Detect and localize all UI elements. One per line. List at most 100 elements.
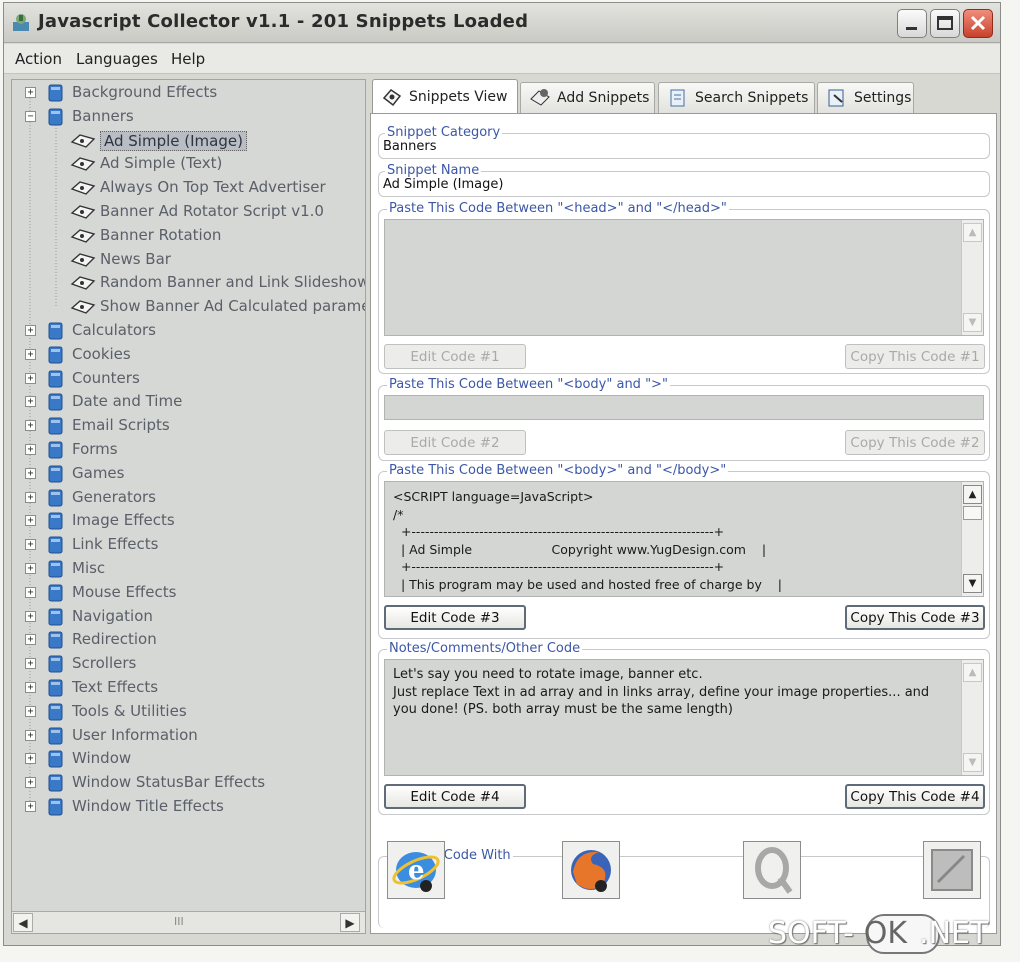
edit-code-4-button[interactable]: Edit Code #4 <box>384 784 526 809</box>
maximize-button[interactable] <box>930 9 960 38</box>
snippet-item[interactable]: Show Banner Ad Calculated paramete <box>12 296 365 318</box>
snippet-item[interactable]: News Bar <box>12 249 365 271</box>
expand-icon[interactable]: + <box>25 539 36 551</box>
snippet-item[interactable]: Always On Top Text Advertiser <box>12 177 365 199</box>
category-item[interactable]: + Calculators <box>12 320 365 342</box>
code3-scrollbar[interactable]: ▲ ▼ <box>961 482 983 596</box>
category-item[interactable]: + Generators <box>12 487 365 509</box>
copy-code-1-button[interactable]: Copy This Code #1 <box>845 344 985 369</box>
category-item[interactable]: + Misc <box>12 558 365 580</box>
expand-icon[interactable]: + <box>25 348 36 360</box>
category-item[interactable]: − Banners <box>12 106 365 128</box>
scroll-down-button[interactable]: ▼ <box>963 313 982 332</box>
category-item[interactable]: + Background Effects <box>12 82 365 104</box>
expand-icon[interactable]: + <box>25 444 36 455</box>
preview-firefox-button[interactable] <box>562 841 620 899</box>
expand-icon[interactable]: + <box>25 658 36 670</box>
expand-icon[interactable]: + <box>25 325 36 336</box>
expand-icon[interactable]: + <box>25 515 36 527</box>
copy-code-2-button[interactable]: Copy This Code #2 <box>845 430 985 455</box>
category-item[interactable]: + Window StatusBar Effects <box>12 772 365 794</box>
copy-code-3-button[interactable]: Copy This Code #3 <box>845 605 985 630</box>
scroll-thumb[interactable]: III <box>174 915 184 928</box>
close-button[interactable] <box>963 9 993 38</box>
expand-icon[interactable]: + <box>25 563 36 574</box>
expand-icon[interactable]: + <box>25 396 36 408</box>
category-item[interactable]: + Cookies <box>12 344 365 366</box>
tree-horizontal-scrollbar[interactable]: ◀ III ▶ <box>12 911 365 933</box>
tab-add-snippets[interactable]: Add Snippets <box>520 82 655 113</box>
category-item[interactable]: + Image Effects <box>12 510 365 532</box>
category-item[interactable]: + Scrollers <box>12 653 365 675</box>
category-item[interactable]: + Window Title Effects <box>12 796 365 818</box>
scroll-left-button[interactable]: ◀ <box>13 913 33 932</box>
category-item[interactable]: + Forms <box>12 439 365 461</box>
tab-snippets-view[interactable]: Snippets View <box>372 79 518 114</box>
tab-search-snippets[interactable]: Search Snippets <box>658 82 815 113</box>
preview-other-browser-button[interactable] <box>923 841 981 899</box>
snippet-category-value[interactable]: Banners <box>383 139 436 154</box>
code3-textarea[interactable]: <SCRIPT language=JavaScript> /* +--------… <box>384 481 984 597</box>
menu-help[interactable]: Help <box>171 50 205 68</box>
code4-textarea[interactable]: Let's say you need to rotate image, bann… <box>384 659 984 776</box>
code1-textarea[interactable]: ▲ ▼ <box>384 219 984 336</box>
book-icon <box>48 774 63 792</box>
scroll-thumb[interactable] <box>963 506 982 520</box>
collapse-icon[interactable]: − <box>25 110 36 122</box>
copy-code-4-button[interactable]: Copy This Code #4 <box>845 784 985 809</box>
preview-opera-button[interactable] <box>743 841 801 899</box>
category-item[interactable]: + Tools & Utilities <box>12 701 365 723</box>
category-tree[interactable]: ◀ III ▶ + Background Effects − Banners Ad Si… <box>11 79 366 934</box>
expand-icon[interactable]: + <box>25 491 36 503</box>
edit-code-3-button[interactable]: Edit Code #3 <box>384 605 526 630</box>
edit-code-2-button[interactable]: Edit Code #2 <box>384 430 526 455</box>
expand-icon[interactable]: + <box>25 777 36 789</box>
expand-icon[interactable]: + <box>25 682 36 693</box>
scroll-up-button[interactable]: ▲ <box>963 485 982 504</box>
snippet-item[interactable]: Ad Simple (Image) <box>12 130 365 152</box>
scroll-up-button[interactable]: ▲ <box>963 663 982 682</box>
category-item[interactable]: + Email Scripts <box>12 415 365 437</box>
minimize-button[interactable] <box>897 9 927 38</box>
category-item[interactable]: + User Information <box>12 725 365 747</box>
menu-languages[interactable]: Languages <box>76 50 158 68</box>
expand-icon[interactable]: + <box>25 420 36 432</box>
expand-icon[interactable]: + <box>25 753 36 765</box>
preview-ie-button[interactable]: e <box>387 841 445 899</box>
expand-icon[interactable]: + <box>25 705 36 717</box>
expand-icon[interactable]: + <box>25 634 36 646</box>
category-item[interactable]: + Counters <box>12 368 365 390</box>
expand-icon[interactable]: + <box>25 610 36 622</box>
tab-settings[interactable]: Settings <box>817 82 914 113</box>
expand-icon[interactable]: + <box>25 729 36 741</box>
main-area: Snippets View Add Snippets Search Snippe… <box>370 79 997 934</box>
category-item[interactable]: + Navigation <box>12 606 365 628</box>
snippet-name-value[interactable]: Ad Simple (Image) <box>383 177 503 192</box>
snippet-item[interactable]: Random Banner and Link Slideshow <box>12 272 365 294</box>
expand-icon[interactable]: + <box>25 87 36 98</box>
category-item[interactable]: + Mouse Effects <box>12 582 365 604</box>
category-item[interactable]: + Redirection <box>12 629 365 651</box>
category-item[interactable]: + Window <box>12 748 365 770</box>
code2-textarea[interactable] <box>384 395 984 420</box>
scroll-right-button[interactable]: ▶ <box>340 913 360 932</box>
scroll-down-button[interactable]: ▼ <box>963 753 982 772</box>
category-item[interactable]: + Link Effects <box>12 534 365 556</box>
code1-scrollbar[interactable]: ▲ ▼ <box>961 220 983 335</box>
snippet-item[interactable]: Banner Ad Rotator Script v1.0 <box>12 201 365 223</box>
snippet-item[interactable]: Banner Rotation <box>12 225 365 247</box>
expand-icon[interactable]: + <box>25 586 36 598</box>
expand-icon[interactable]: + <box>25 801 36 812</box>
scroll-down-button[interactable]: ▼ <box>963 574 982 593</box>
category-item[interactable]: + Date and Time <box>12 391 365 413</box>
code4-scrollbar[interactable]: ▲ ▼ <box>961 660 983 775</box>
expand-icon[interactable]: + <box>25 467 36 479</box>
menu-action[interactable]: Action <box>15 50 62 68</box>
category-item[interactable]: + Games <box>12 463 365 485</box>
category-item[interactable]: + Text Effects <box>12 677 365 699</box>
edit-code-1-button[interactable]: Edit Code #1 <box>384 344 526 369</box>
scroll-up-button[interactable]: ▲ <box>963 223 982 242</box>
expand-icon[interactable]: + <box>25 372 36 384</box>
title-bar[interactable]: Javascript Collector v1.1 - 201 Snippets… <box>4 3 1000 43</box>
snippet-item[interactable]: Ad Simple (Text) <box>12 153 365 175</box>
